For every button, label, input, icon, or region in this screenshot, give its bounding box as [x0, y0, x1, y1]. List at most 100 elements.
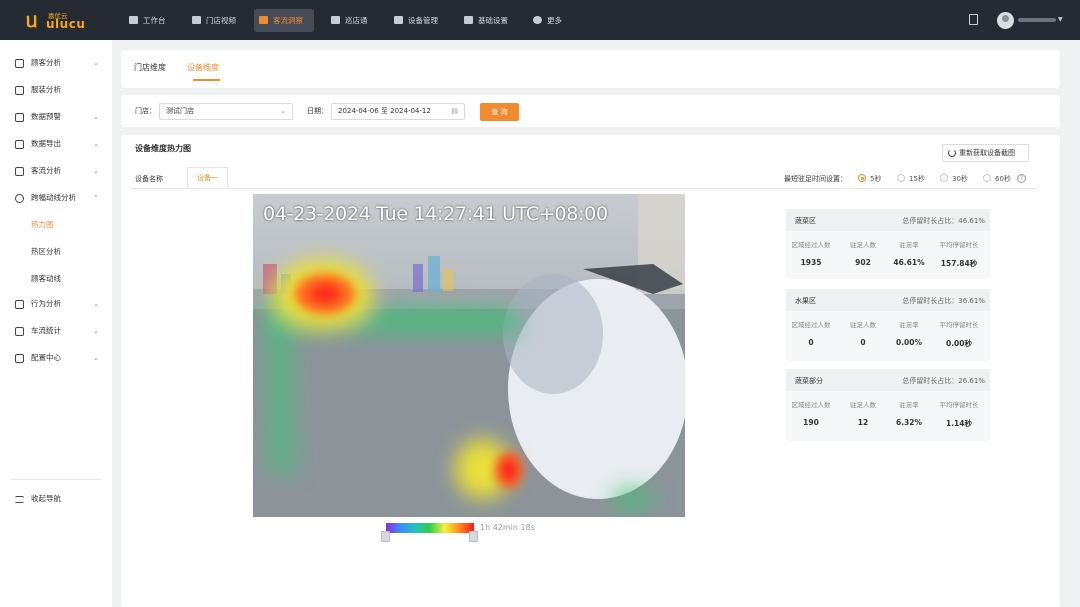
shirt-icon — [15, 86, 24, 95]
zone-col-label: 驻足人数 — [850, 321, 876, 329]
sidebar-item-customer-path[interactable]: 顾客动线 — [0, 269, 112, 289]
user-icon — [259, 16, 268, 24]
sidebar-item-label: 服装分析 — [31, 85, 61, 94]
logo-mark-icon: ᥙ — [26, 8, 38, 32]
refresh-label: 重新获取设备截图 — [959, 149, 1015, 157]
date-value: 2024-04-06 至 2024-04-12 — [338, 107, 431, 115]
avatar[interactable] — [997, 12, 1014, 29]
calendar-icon: ▤ — [451, 107, 458, 115]
sidebar-item-label: 热区分析 — [31, 247, 61, 256]
legend-max-handle[interactable] — [469, 531, 478, 542]
chevron-down-icon: ⌄ — [280, 107, 286, 115]
sidebar-item-path-analysis[interactable]: 跨幅动线分析 ⌃ — [0, 188, 112, 208]
target-icon — [15, 194, 24, 203]
brand-en: ulucu — [46, 17, 86, 31]
sidebar-item-heatmap[interactable]: 热力图 — [0, 215, 112, 235]
nav-traffic-insight[interactable]: 客流洞察 — [254, 9, 314, 32]
check-icon — [331, 16, 340, 24]
car-icon — [15, 327, 24, 336]
dwell-option-60s[interactable]: 60秒 — [983, 174, 1011, 184]
radio-icon — [940, 174, 948, 182]
chevron-down-icon: ⌄ — [93, 327, 99, 335]
brand-logo[interactable]: ᥙ 嘉优云 ulucu — [26, 9, 88, 33]
nav-basic-settings[interactable]: 基础设置 — [459, 9, 523, 32]
alert-icon — [15, 113, 24, 122]
sidebar-item-config-center[interactable]: 配置中心 ⌄ — [0, 348, 112, 368]
nav-label: 门店视频 — [206, 16, 236, 25]
nav-more[interactable]: 更多 — [528, 9, 568, 32]
zone-col-label: 平均停留时长 — [939, 321, 979, 329]
zone-col-label: 驻足率 — [899, 401, 919, 409]
home-icon — [129, 16, 138, 24]
chevron-down-icon: ⌄ — [93, 140, 99, 148]
heatmap-overlay — [253, 194, 685, 517]
nav-patrol[interactable]: 巡店通 — [326, 9, 378, 32]
zone-value: 1935 — [800, 258, 822, 267]
dwell-option-5s[interactable]: 5秒 — [858, 174, 881, 184]
sidebar-item-label: 客流分析 — [31, 166, 61, 175]
zone-card: 水果区 总停留时长占比：36.61% 区域经过人数 驻足人数 驻足率 平均停留时… — [786, 289, 990, 361]
radio-icon — [983, 174, 991, 182]
sidebar-item-clothing-analysis[interactable]: 服装分析 — [0, 80, 112, 100]
sidebar-item-label: 行为分析 — [31, 299, 61, 308]
nav-device-management[interactable]: 设备管理 — [389, 9, 453, 32]
nav-label: 巡店通 — [345, 16, 368, 25]
sidebar-item-label: 车流统计 — [31, 326, 61, 335]
zone-col-label: 区域经过人数 — [791, 401, 831, 409]
refresh-icon — [948, 149, 956, 157]
sidebar-item-hotzone[interactable]: 热区分析 — [0, 242, 112, 262]
date-label: 日期： — [307, 107, 328, 115]
help-icon[interactable]: ? — [1017, 174, 1026, 183]
store-select[interactable]: 测试门店 ⌄ — [159, 103, 293, 120]
refresh-snapshot-button[interactable]: 重新获取设备截图 — [942, 144, 1029, 162]
legend-max-label: 1h 42min 18s — [480, 523, 535, 532]
chevron-down-icon[interactable]: ▼ — [1058, 16, 1063, 23]
dwell-option-15s[interactable]: 15秒 — [897, 174, 925, 184]
zone-col-label: 平均停留时长 — [939, 241, 979, 249]
nav-label: 设备管理 — [408, 16, 438, 25]
dwell-option-label: 30秒 — [952, 175, 968, 183]
legend-min-handle[interactable] — [381, 531, 390, 542]
sidebar-collapse-button[interactable]: 收起导航 — [0, 489, 112, 509]
zone-value: 12 — [857, 418, 869, 427]
zone-col-label: 驻足人数 — [850, 241, 876, 249]
sidebar-item-traffic-analysis[interactable]: 客流分析 ⌄ — [0, 161, 112, 181]
document-icon[interactable] — [969, 14, 978, 25]
export-icon — [15, 140, 24, 149]
tab-store-dimension[interactable]: 门店维度 — [134, 62, 166, 73]
zone-ratio: 总停留时长占比：36.61% — [902, 297, 985, 305]
zone-col-label: 驻足率 — [899, 321, 919, 329]
sidebar-item-label: 顾客分析 — [31, 58, 61, 67]
tab-active-indicator — [193, 79, 220, 81]
dwell-option-label: 15秒 — [909, 175, 925, 183]
sidebar-item-label: 顾客动线 — [31, 274, 61, 283]
zone-col-label: 驻足人数 — [850, 401, 876, 409]
sidebar-item-vehicle-stats[interactable]: 车流统计 ⌄ — [0, 321, 112, 341]
username-redacted[interactable] — [1018, 18, 1056, 22]
dwell-option-30s[interactable]: 30秒 — [940, 174, 968, 184]
sidebar-item-data-alert[interactable]: 数据预警 ⌄ — [0, 107, 112, 127]
nav-workbench[interactable]: 工作台 — [124, 9, 182, 32]
sidebar: 顾客分析 ⌄ 服装分析 数据预警 ⌄ 数据导出 ⌄ 客流分析 ⌄ 跨幅动线分析 ⌃ 热力图… — [0, 40, 112, 607]
collapse-icon — [15, 496, 24, 503]
nav-store-video[interactable]: 门店视频 — [187, 9, 249, 32]
dwell-time-label: 最短驻足时间设置： — [784, 175, 847, 183]
zone-ratio: 总停留时长占比：46.61% — [902, 217, 985, 225]
zone-name: 蔬菜部分 — [795, 377, 823, 385]
sidebar-item-behavior-analysis[interactable]: 行为分析 ⌄ — [0, 294, 112, 314]
tab-device-one[interactable]: 设备一 — [187, 167, 228, 189]
zone-value: 46.61% — [893, 258, 925, 267]
sidebar-item-customer-analysis[interactable]: 顾客分析 ⌄ — [0, 53, 112, 73]
zone-col-label: 区域经过人数 — [791, 241, 831, 249]
chevron-down-icon: ⌄ — [93, 59, 99, 67]
sidebar-divider — [10, 479, 102, 480]
sidebar-item-label: 跨幅动线分析 — [31, 193, 76, 202]
tab-device-dimension[interactable]: 设备维度 — [187, 62, 219, 73]
date-range-picker[interactable]: 2024-04-06 至 2024-04-12 ▤ — [331, 103, 465, 120]
chevron-down-icon: ⌄ — [93, 113, 99, 121]
zone-name: 水果区 — [795, 297, 816, 305]
filter-bar: 门店： 测试门店 ⌄ 日期： 2024-04-06 至 2024-04-12 ▤ 查… — [121, 95, 1060, 127]
sidebar-item-data-export[interactable]: 数据导出 ⌄ — [0, 134, 112, 154]
query-button[interactable]: 查 询 — [480, 103, 519, 121]
store-label: 门店： — [135, 107, 156, 115]
